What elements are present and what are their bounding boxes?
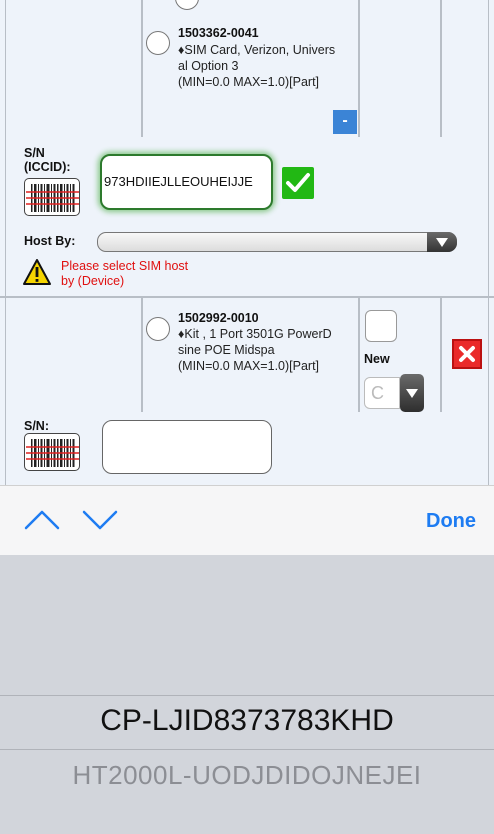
condition-select[interactable]: C	[364, 377, 400, 409]
row-edge	[5, 298, 6, 485]
host-by-select[interactable]	[97, 232, 457, 252]
condition-label: New	[364, 352, 390, 366]
done-button[interactable]: Done	[426, 510, 476, 533]
picker-wheel[interactable]: CP-LJID8373783KHD HT2000L-UODJDIDOJNEJEI	[0, 555, 494, 834]
part-description: ♦SIM Card, Verizon, Univers al Option 3 …	[178, 43, 336, 89]
row-edge	[5, 0, 6, 297]
item-radio[interactable]	[146, 31, 170, 55]
warning-icon	[23, 259, 51, 285]
valid-check-icon	[282, 167, 314, 199]
close-icon	[459, 346, 475, 362]
sn-label: S/N (ICCID):	[24, 146, 71, 174]
picker-option[interactable]: HT2000L-UODJDIDOJNEJEI	[0, 760, 494, 791]
column-divider	[440, 298, 442, 412]
item-radio[interactable]	[175, 0, 199, 10]
host-by-label: Host By:	[24, 234, 76, 248]
sn-input[interactable]: 973HDIIEJLLEOUHEIJJE	[100, 154, 273, 210]
row-edge	[488, 298, 489, 485]
sn-label: S/N:	[24, 419, 49, 433]
chevron-down-icon[interactable]	[82, 509, 118, 531]
column-divider	[358, 298, 360, 412]
chevron-up-icon[interactable]	[24, 509, 60, 531]
keyboard-accessory-bar: Done	[0, 485, 494, 555]
dropdown-arrow-icon	[427, 232, 457, 252]
delete-button[interactable]	[452, 339, 482, 369]
row-divider	[0, 296, 494, 298]
column-divider	[358, 0, 360, 137]
part-number: 1502992-0010	[178, 311, 259, 325]
item-radio[interactable]	[146, 317, 170, 341]
barcode-scan-icon[interactable]	[24, 178, 80, 216]
part-description: ♦Kit , 1 Port 3501G PowerD sine POE Mids…	[178, 327, 332, 373]
warning-message: Please select SIM host by (Device)	[61, 259, 189, 288]
sn-input[interactable]	[102, 420, 272, 474]
picker-selection-line	[0, 749, 494, 750]
barcode-scan-icon[interactable]	[24, 433, 80, 471]
part-number: 1503362-0041	[178, 26, 259, 40]
collapse-button[interactable]: -	[333, 110, 357, 134]
dropdown-arrow-icon[interactable]	[400, 374, 424, 412]
column-divider	[141, 0, 143, 137]
column-divider	[440, 0, 442, 137]
picker-selection-line	[0, 695, 494, 696]
parts-form: 1503362-0041 ♦SIM Card, Verizon, Univers…	[0, 0, 494, 485]
picker-selected-option[interactable]: CP-LJID8373783KHD	[0, 704, 494, 738]
column-divider	[141, 298, 143, 412]
row-edge	[488, 0, 489, 297]
item-checkbox[interactable]	[365, 310, 397, 342]
